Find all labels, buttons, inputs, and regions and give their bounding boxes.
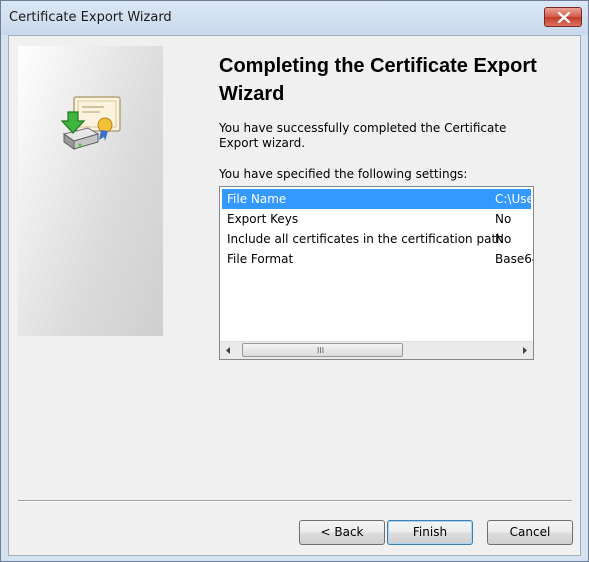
wizard-window: Certificate Export Wizard Completing the… [0, 0, 589, 562]
page-title: Completing the Certificate Export Wizard [219, 55, 537, 105]
window-title: Certificate Export Wizard [9, 10, 172, 25]
completion-description: You have successfully completed the Cert… [219, 121, 507, 150]
cancel-button[interactable]: Cancel [487, 520, 573, 545]
wizard-content: Completing the Certificate Export Wizard… [8, 35, 581, 556]
scrollbar-thumb[interactable]: III [242, 343, 403, 357]
scroll-right-button[interactable] [516, 342, 533, 359]
settings-label: You have specified the following setting… [219, 167, 468, 181]
settings-row-file-format[interactable]: File Format Base64 [222, 249, 533, 269]
setting-value: No [495, 212, 512, 226]
arrow-right-icon [523, 347, 527, 354]
wizard-side-panel [18, 46, 163, 336]
certificate-export-icon [60, 96, 121, 150]
setting-name: Include all certificates in the certific… [227, 232, 504, 246]
settings-row-export-keys[interactable]: Export Keys No [222, 209, 531, 229]
setting-name: Export Keys [227, 212, 299, 226]
horizontal-scrollbar[interactable]: III [220, 341, 533, 359]
footer-divider [18, 500, 572, 502]
setting-value: C:\Use [495, 192, 534, 206]
finish-button[interactable]: Finish [387, 520, 473, 545]
scrollbar-grip: III [317, 346, 325, 355]
title-bar[interactable]: Certificate Export Wizard [1, 1, 588, 35]
arrow-left-icon [226, 347, 230, 354]
scroll-left-button[interactable] [220, 342, 237, 359]
setting-value: Base64 [495, 252, 533, 266]
setting-name: File Format [227, 252, 294, 266]
back-button[interactable]: < Back [299, 520, 385, 545]
settings-list[interactable]: File Name C:\Use Export Keys No Include … [219, 186, 534, 360]
settings-row-file-name[interactable]: File Name C:\Use [222, 189, 534, 209]
close-button[interactable] [544, 7, 582, 27]
setting-value: No [495, 232, 512, 246]
close-icon [558, 12, 570, 23]
setting-name: File Name [227, 192, 287, 206]
settings-row-include-all-certificates[interactable]: Include all certificates in the certific… [222, 229, 531, 249]
